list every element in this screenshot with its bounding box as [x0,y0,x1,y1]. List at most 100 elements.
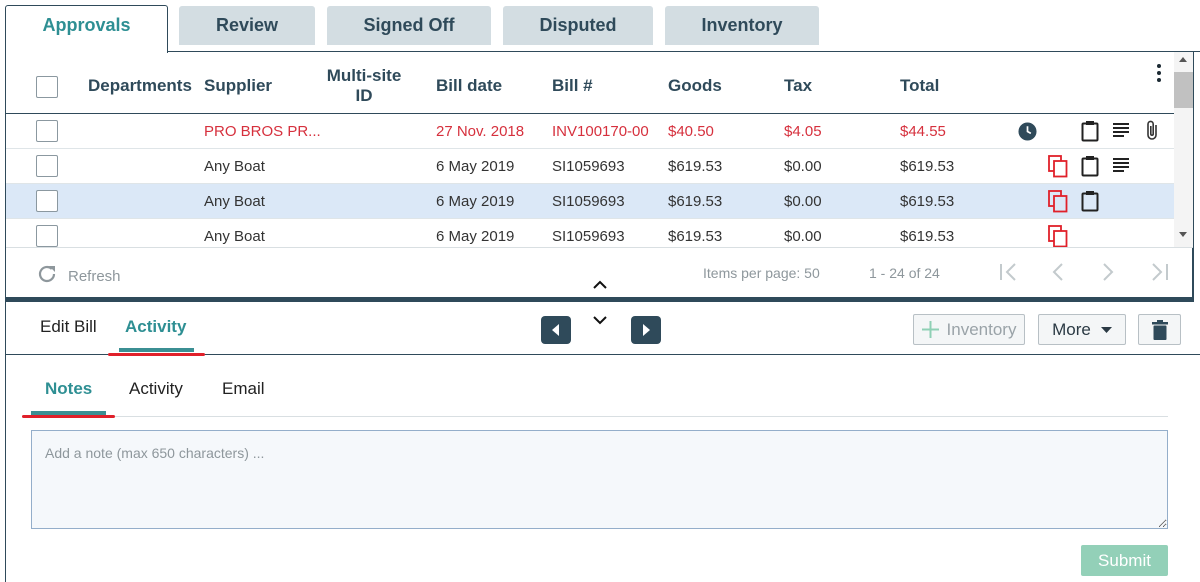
grid-header: Departments Supplier Multi-site ID Bill … [6,52,1174,114]
notes-icon[interactable] [1113,158,1129,176]
table-row-selected[interactable]: Any Boat 6 May 2019 SI1059693 $619.53 $0… [6,184,1174,219]
clipboard-icon[interactable] [1081,190,1099,216]
column-tax[interactable]: Tax [784,76,812,96]
table-row[interactable]: Any Boat 6 May 2019 SI1059693 $619.53 $0… [6,219,1174,247]
table-row[interactable]: PRO BROS PR... 27 Nov. 2018 INV100170-00… [6,114,1174,149]
row-bill-date: 27 Nov. 2018 [436,123,525,140]
previous-bill-button[interactable] [541,316,571,344]
refresh-label: Refresh [68,267,121,285]
tab-approvals[interactable]: Approvals [5,5,168,53]
items-per-page[interactable]: Items per page: 50 [703,265,820,281]
caret-right-icon [643,324,650,336]
row-total: $619.53 [900,228,955,245]
column-multi-site-line1: Multi-site [326,66,402,85]
row-tax: $0.00 [784,158,822,175]
grid-vertical-scrollbar[interactable] [1174,52,1193,247]
first-page-icon[interactable] [998,262,1020,288]
grid-pager: Refresh Items per page: 50 1 - 24 of 24 [6,247,1193,298]
duplicate-icon[interactable] [1048,190,1068,217]
add-inventory-button[interactable]: Inventory [913,314,1025,345]
row-goods: $619.53 [668,228,723,245]
scrollbar-thumb[interactable] [1174,72,1193,108]
row-bill-date: 6 May 2019 [436,158,515,175]
tab-activity[interactable]: Activity [125,317,186,337]
scroll-up-arrow-icon[interactable] [1179,57,1187,62]
plus-icon [921,321,939,338]
select-all-checkbox[interactable] [36,76,58,98]
row-checkbox[interactable] [36,155,58,177]
collapse-down-chevron-icon[interactable] [592,312,608,330]
tab-review[interactable]: Review [179,6,315,45]
row-checkbox[interactable] [36,225,58,247]
tab-edit-bill[interactable]: Edit Bill [40,317,97,337]
tab-disputed[interactable]: Disputed [503,6,653,45]
next-page-icon[interactable] [1100,262,1116,288]
row-bill-number: SI1059693 [552,228,625,245]
column-bill-number[interactable]: Bill # [552,76,593,96]
column-supplier[interactable]: Supplier [204,76,272,96]
notes-icon[interactable] [1113,123,1129,141]
tab-notes-activity[interactable]: Activity [129,379,183,399]
row-tax: $0.00 [784,193,822,210]
row-checkbox[interactable] [36,120,58,142]
row-tax: $0.00 [784,228,822,245]
duplicate-icon[interactable] [1048,225,1068,247]
highlight-underline [108,353,205,356]
refresh-icon [36,263,58,289]
row-supplier: Any Boat [204,228,265,245]
note-input[interactable] [31,430,1168,529]
row-bill-date: 6 May 2019 [436,193,515,210]
column-bill-date[interactable]: Bill date [436,76,502,96]
row-bill-number: SI1059693 [552,158,625,175]
add-inventory-label: Inventory [946,319,1017,339]
column-departments[interactable]: Departments [88,76,192,96]
submit-button[interactable]: Submit [1081,545,1168,576]
column-multi-site-id[interactable]: Multi-site ID [324,66,404,106]
row-bill-number: INV100170-00 [552,123,649,140]
previous-page-icon[interactable] [1050,262,1066,288]
tab-inventory[interactable]: Inventory [665,6,819,45]
clock-icon[interactable] [1018,122,1037,145]
trash-icon [1151,319,1168,340]
column-goods[interactable]: Goods [668,76,722,96]
row-supplier: Any Boat [204,193,265,210]
column-multi-site-line2: ID [355,86,373,105]
detail-toolbar: Edit Bill Activity Inventory More [6,302,1200,356]
row-goods: $619.53 [668,158,723,175]
tab-signed-off[interactable]: Signed Off [327,6,491,45]
refresh-button[interactable]: Refresh [36,263,121,289]
row-bill-number: SI1059693 [552,193,625,210]
scroll-down-arrow-icon[interactable] [1179,232,1187,237]
column-total[interactable]: Total [900,76,939,96]
row-total: $619.53 [900,158,955,175]
last-page-icon[interactable] [1148,262,1170,288]
row-total: $619.53 [900,193,955,210]
clipboard-icon[interactable] [1081,120,1099,146]
clipboard-icon[interactable] [1081,155,1099,181]
bills-grid: Departments Supplier Multi-site ID Bill … [6,52,1193,247]
top-tab-bar: Approvals Review Signed Off Disputed Inv… [0,0,1200,53]
more-label: More [1052,319,1091,339]
attachment-icon[interactable] [1145,119,1159,145]
more-dropdown-button[interactable]: More [1038,314,1126,345]
tab-notes[interactable]: Notes [45,379,92,399]
duplicate-icon[interactable] [1048,155,1068,182]
row-checkbox[interactable] [36,190,58,212]
row-goods: $40.50 [668,123,714,140]
row-total: $44.55 [900,123,946,140]
expand-up-chevron-icon[interactable] [592,277,608,295]
delete-button[interactable] [1138,314,1181,345]
next-bill-button[interactable] [631,316,661,344]
caret-left-icon [552,324,559,336]
row-supplier: Any Boat [204,158,265,175]
notes-highlight-underline [22,415,115,418]
page-range: 1 - 24 of 24 [869,265,940,281]
table-row[interactable]: Any Boat 6 May 2019 SI1059693 $619.53 $0… [6,149,1174,184]
row-tax: $4.05 [784,123,822,140]
active-tab-indicator [119,348,194,352]
caret-down-icon [1100,326,1112,333]
tab-email[interactable]: Email [222,379,265,399]
row-supplier: PRO BROS PR... [204,123,321,140]
row-bill-date: 6 May 2019 [436,228,515,245]
column-menu-kebab-icon[interactable] [1156,64,1162,86]
